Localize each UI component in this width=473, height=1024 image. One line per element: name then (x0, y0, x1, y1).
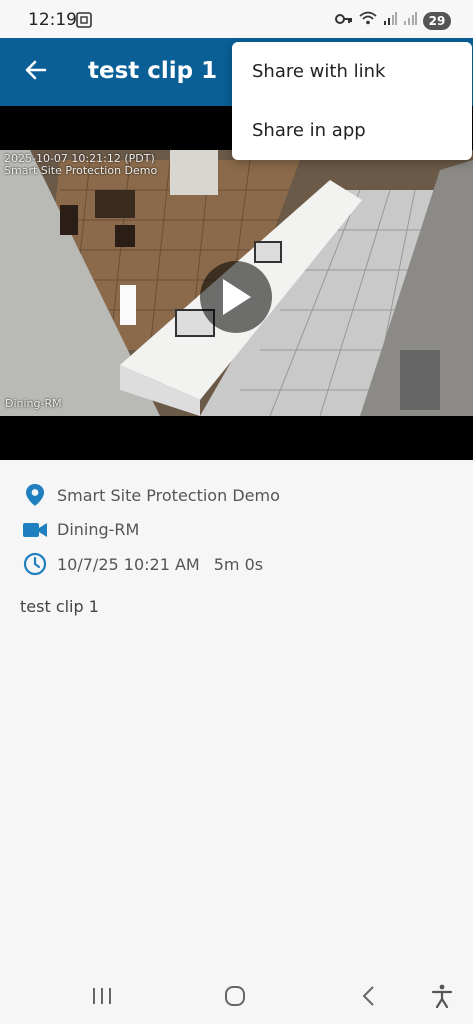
site-name: Smart Site Protection Demo (57, 485, 280, 505)
back-button[interactable] (18, 52, 54, 88)
clip-name: test clip 1 (20, 597, 99, 616)
clock-icon (22, 551, 48, 577)
signal-icon (403, 11, 417, 30)
detail-time: 10/7/25 10:21 AM 5m 0s (0, 547, 473, 582)
accessibility-icon (431, 984, 453, 1008)
status-time: 12:19 (28, 10, 77, 30)
video-site-overlay: Smart Site Protection Demo (4, 164, 158, 177)
camera-name: Dining-RM (57, 520, 140, 540)
accessibility-button[interactable] (427, 984, 457, 1008)
arrow-left-icon (25, 60, 47, 80)
system-nav-bar (0, 966, 473, 1024)
clip-duration: 5m 0s (213, 554, 264, 574)
video-camera-icon (22, 517, 48, 543)
play-button[interactable] (200, 261, 272, 333)
location-pin-icon (22, 482, 48, 508)
detail-site: Smart Site Protection Demo (0, 478, 473, 513)
signal-icon (383, 11, 397, 30)
menu-item-share-in-app[interactable]: Share in app (232, 101, 472, 160)
battery-icon: 29 (423, 11, 451, 30)
clip-datetime: 10/7/25 10:21 AM (57, 554, 200, 574)
home-icon (225, 986, 245, 1006)
screenshot-icon (76, 12, 92, 28)
clip-details: Smart Site Protection Demo Dining-RM 10/… (0, 478, 473, 582)
home-button[interactable] (220, 984, 250, 1008)
back-icon (362, 986, 374, 1006)
video-camera-overlay: Dining-RM (5, 397, 62, 410)
recent-apps-button[interactable] (87, 984, 117, 1008)
share-menu: Share with link Share in app (232, 42, 472, 160)
video-timestamp-overlay: 2025-10-07 10:21:12 (PDT) Smart Site Pro… (4, 153, 157, 177)
key-icon (335, 12, 353, 30)
nav-back-button[interactable] (353, 984, 383, 1008)
play-icon (223, 279, 251, 315)
video-frame: 2025-10-07 10:21:12 (PDT) Smart Site Pro… (0, 150, 473, 416)
wifi-icon (359, 11, 377, 30)
page-title: test clip 1 (88, 58, 218, 84)
recent-apps-icon (93, 988, 111, 1004)
menu-item-share-with-link[interactable]: Share with link (232, 42, 472, 101)
detail-camera: Dining-RM (0, 513, 473, 548)
status-bar: 12:19 29 (0, 0, 473, 38)
